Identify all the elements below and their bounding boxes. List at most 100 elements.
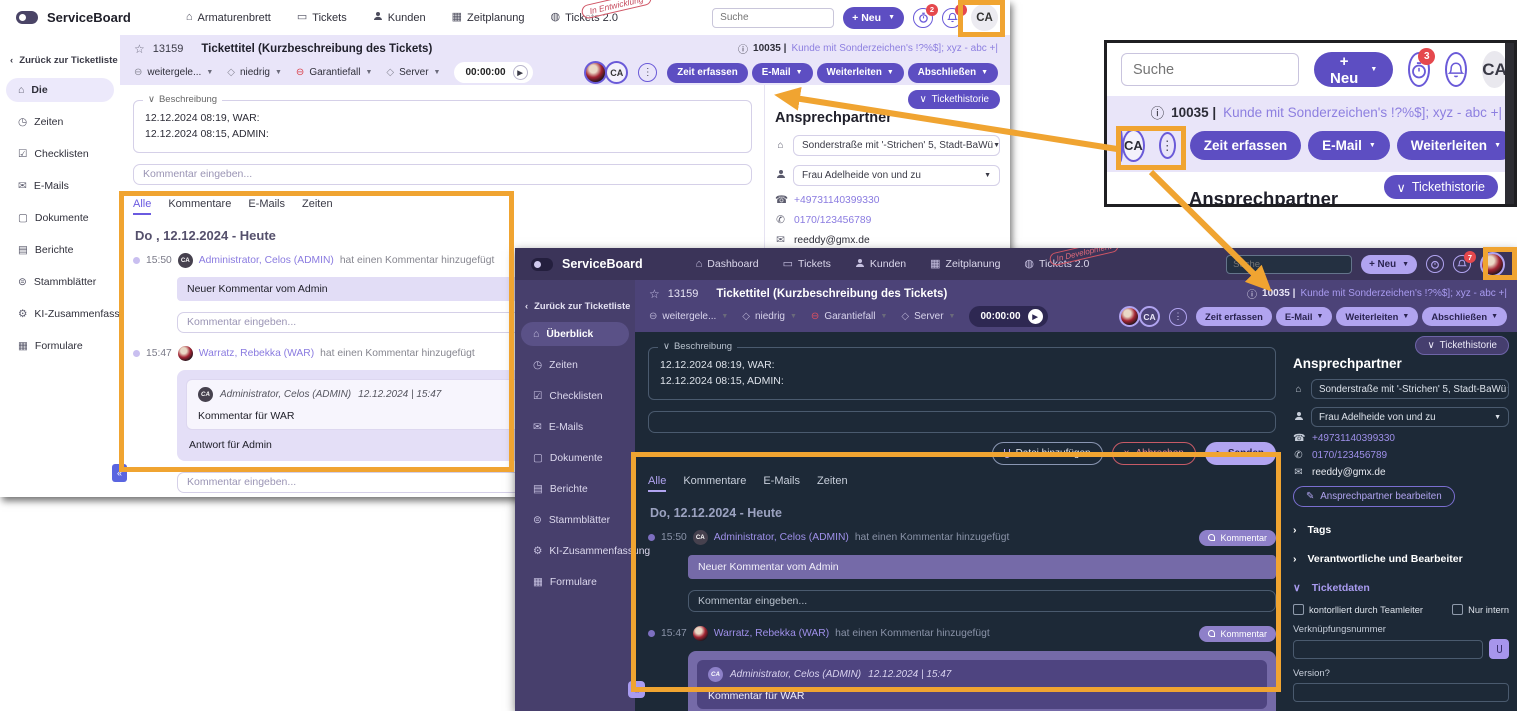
sidebar-item-ueberblick[interactable]: ⌂Überblick <box>521 322 629 346</box>
person-select[interactable]: Frau Adelheide von und zu▼ <box>793 165 1000 186</box>
version-input[interactable] <box>1293 683 1509 702</box>
info-icon[interactable]: ⓘ <box>1247 286 1257 301</box>
record-time-button[interactable]: Zeit erfassen <box>667 63 747 83</box>
record-time-button[interactable]: Zeit erfassen <box>1190 131 1301 160</box>
play-icon[interactable]: ▶ <box>1028 309 1043 324</box>
more-options-button[interactable]: ⋮ <box>638 63 657 82</box>
nav-item-tickets[interactable]: ▭Tickets <box>783 258 831 271</box>
new-button[interactable]: + Neu▼ <box>1314 52 1393 87</box>
type-chip[interactable]: ⊖Garantiefall▼ <box>296 67 372 78</box>
ticket-history-button[interactable]: ∨Tickethistorie <box>1415 336 1509 355</box>
tags-section-toggle[interactable]: ›Tags <box>1293 524 1509 536</box>
entry-author[interactable]: Warratz, Rebekka (WAR) <box>714 628 829 639</box>
user-avatar[interactable]: CA <box>1482 51 1507 88</box>
status-chip[interactable]: ⊖weitergele...▼ <box>649 311 728 322</box>
info-icon[interactable]: ⓘ <box>1151 102 1165 122</box>
favorite-star-icon[interactable]: ☆ <box>649 287 660 301</box>
forward-button[interactable]: Weiterleiten▼ <box>817 63 904 83</box>
forward-button[interactable]: Weiterleiten▼ <box>1397 131 1515 160</box>
play-icon[interactable]: ▶ <box>513 65 528 80</box>
tab-emails[interactable]: E-Mails <box>248 198 285 215</box>
nav-item-kunden[interactable]: Kunden <box>855 258 906 271</box>
add-file-button[interactable]: Datei hinzufügen <box>992 442 1103 465</box>
responsible-section-toggle[interactable]: ›Verantwortliche und Bearbeiter <box>1293 553 1509 565</box>
link-number-input[interactable] <box>1293 640 1483 659</box>
close-ticket-button[interactable]: Abschließen▼ <box>1422 307 1507 326</box>
record-time-button[interactable]: Zeit erfassen <box>1196 307 1272 326</box>
tab-emails[interactable]: E-Mails <box>763 475 800 492</box>
sidebar-item-stammblaetter[interactable]: ⊜Stammblätter <box>521 508 629 532</box>
nav-item-tickets2[interactable]: ◍Tickets 2.0 In Development <box>1024 258 1089 271</box>
cancel-button[interactable]: ×Abbrechen <box>1112 442 1196 465</box>
stopwatch-button[interactable]: 2 <box>913 8 933 28</box>
new-button[interactable]: + Neu▼ <box>1361 255 1417 274</box>
checkbox-team-lead-controlled[interactable]: kontorlliert durch Teamleiter <box>1293 604 1423 615</box>
sidebar-item-checklisten[interactable]: ☑Checklisten <box>521 384 629 408</box>
ticket-history-button[interactable]: ∨Tickethistorie <box>908 90 1000 109</box>
back-to-ticketlist[interactable]: ‹Zurück zur Ticketliste <box>0 51 120 70</box>
email-value[interactable]: reeddy@gmx.de <box>794 235 870 246</box>
tab-kommentare[interactable]: Kommentare <box>683 475 746 492</box>
address-select[interactable]: Sonderstraße mit '-Strichen' 5, Stadt-Ba… <box>793 135 1000 156</box>
description-box[interactable]: ∨Beschreibung 12.12.2024 08:19, WAR: 12.… <box>133 100 752 153</box>
sidebar-item-zeiten[interactable]: ◷Zeiten <box>6 110 114 134</box>
info-icon[interactable]: ⓘ <box>738 41 748 56</box>
new-button[interactable]: + Neu▼ <box>843 7 904 29</box>
search-input[interactable] <box>1121 53 1299 86</box>
email-value[interactable]: reeddy@gmx.de <box>1312 467 1386 478</box>
checkbox-internal-only[interactable]: Nur intern <box>1452 604 1509 615</box>
entry-author[interactable]: Administrator, Celos (ADMIN) <box>714 532 849 543</box>
stopwatch-button[interactable]: 3 <box>1408 52 1430 87</box>
tab-kommentare[interactable]: Kommentare <box>168 198 231 215</box>
assignee-avatar-ca[interactable]: CA <box>605 61 628 84</box>
tab-alle[interactable]: Alle <box>133 198 151 215</box>
nav-item-kunden[interactable]: Kunden <box>373 11 426 24</box>
sidebar-item-ki-zusammenfassung[interactable]: ⚙KI-Zusammenfassung <box>521 539 629 563</box>
collapse-sidebar-handle[interactable]: « <box>112 464 127 482</box>
nav-item-zeitplanung[interactable]: ▦Zeitplanung <box>930 258 1000 271</box>
customer-link[interactable]: Kunde mit Sonderzeichen's !?%$]; xyz - a… <box>791 43 998 54</box>
sidebar-item-overview[interactable]: ⌂Die <box>6 78 114 102</box>
nav-item-tickets2[interactable]: ◍Tickets 2.0 In Entwicklung <box>551 11 618 24</box>
nav-item-tickets[interactable]: ▭Tickets <box>297 11 347 24</box>
ticketdata-section-toggle[interactable]: ∨Ticketdaten <box>1293 582 1509 594</box>
sidebar-item-emails[interactable]: ✉E-Mails <box>521 415 629 439</box>
phone-link[interactable]: +49731140399330 <box>1312 433 1395 444</box>
notifications-button[interactable]: 7 <box>1453 255 1471 273</box>
tab-zeiten[interactable]: Zeiten <box>817 475 848 492</box>
customer-link[interactable]: Kunde mit Sonderzeichen's !?%$]; xyz - a… <box>1300 288 1507 299</box>
nav-item-dashboard[interactable]: ⌂Dashboard <box>696 258 759 271</box>
assignee-avatar-photo[interactable] <box>1119 306 1140 327</box>
sidebar-item-stammblaetter[interactable]: ⊜Stammblätter <box>6 270 114 294</box>
more-options-button[interactable]: ⋮ <box>1169 308 1187 326</box>
category-chip[interactable]: ◇Server▼ <box>386 67 440 78</box>
collapse-sidebar-handle[interactable]: « <box>628 681 645 698</box>
notifications-button[interactable]: 1 <box>942 8 962 28</box>
entry-author[interactable]: Administrator, Celos (ADMIN) <box>199 255 334 266</box>
nav-item-dashboard[interactable]: ⌂Armaturenbrett <box>186 11 271 24</box>
sidebar-item-zeiten[interactable]: ◷Zeiten <box>521 353 629 377</box>
back-to-ticketlist[interactable]: ‹Zurück zur Ticketliste <box>515 296 635 315</box>
mobile-link[interactable]: 0170/123456789 <box>794 215 871 226</box>
sidebar-item-emails[interactable]: ✉E-Mails <box>6 174 114 198</box>
notifications-button[interactable] <box>1445 52 1467 87</box>
more-options-button[interactable]: ⋮ <box>1159 132 1176 159</box>
email-button[interactable]: E-Mail▼ <box>1276 307 1333 326</box>
type-chip[interactable]: ⊖Garantiefall▼ <box>811 311 887 322</box>
address-select[interactable]: Sonderstraße mit '-Strichen' 5, Stadt-Ba… <box>1311 379 1509 399</box>
email-button[interactable]: E-Mail▼ <box>752 63 813 83</box>
favorite-star-icon[interactable]: ☆ <box>134 42 145 56</box>
checkbox[interactable] <box>1452 604 1463 615</box>
user-avatar[interactable] <box>1480 252 1505 277</box>
tab-alle[interactable]: Alle <box>648 475 666 492</box>
sidebar-item-formulare[interactable]: ▦Formulare <box>521 570 629 594</box>
sidebar-item-ki-zusammenfassung[interactable]: ⚙KI-Zusammenfassung <box>6 302 114 326</box>
assignee-avatar-ca[interactable]: CA <box>1122 129 1145 162</box>
category-chip[interactable]: ◇Server▼ <box>901 311 955 322</box>
comment-input[interactable] <box>648 411 1276 433</box>
mobile-link[interactable]: 0170/123456789 <box>1312 450 1387 461</box>
forward-button[interactable]: Weiterleiten▼ <box>1336 307 1418 326</box>
assignee-avatar-photo[interactable] <box>584 61 607 84</box>
customer-link[interactable]: Kunde mit Sonderzeichen's !?%$]; xyz - a… <box>1223 105 1502 120</box>
ticket-history-button[interactable]: ∨Tickethistorie <box>1384 175 1498 199</box>
